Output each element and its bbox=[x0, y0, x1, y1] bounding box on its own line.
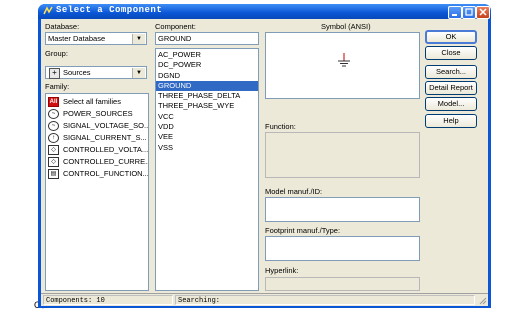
window-title: Select a Component bbox=[56, 5, 163, 15]
component-item[interactable]: THREE_PHASE_DELTA bbox=[156, 91, 258, 101]
function-field bbox=[265, 132, 420, 178]
all-icon: All bbox=[48, 97, 59, 107]
minimize-button[interactable] bbox=[448, 6, 462, 19]
model-button[interactable]: Model... bbox=[425, 97, 477, 111]
resize-grip-icon[interactable] bbox=[479, 297, 487, 305]
family-item-signal-voltage[interactable]: ~ SIGNAL_VOLTAGE_SO... bbox=[46, 120, 148, 132]
current-source-icon: ↑ bbox=[48, 133, 59, 143]
component-item[interactable]: VSS bbox=[156, 143, 258, 153]
family-item-power-sources[interactable]: ~ POWER_SOURCES bbox=[46, 108, 148, 120]
component-input-value: GROUND bbox=[158, 34, 192, 43]
help-button[interactable]: Help bbox=[425, 114, 477, 128]
controlled-voltage-icon: ◇ bbox=[48, 145, 59, 155]
group-value: Sources bbox=[63, 68, 91, 77]
family-item-label: POWER_SOURCES bbox=[63, 109, 133, 118]
component-item-selected[interactable]: GROUND bbox=[156, 80, 258, 92]
database-select[interactable]: Master Database ▼ bbox=[45, 32, 147, 45]
maximize-button[interactable] bbox=[462, 6, 476, 19]
status-bar: Components: 10 Searching: bbox=[41, 293, 488, 306]
family-item-label: CONTROLLED_VOLTA... bbox=[63, 145, 149, 154]
control-function-icon: ▤ bbox=[48, 169, 59, 179]
family-item-controlled-current[interactable]: ◇ CONTROLLED_CURRE... bbox=[46, 156, 148, 168]
family-list[interactable]: All Select all families ~ POWER_SOURCES … bbox=[45, 93, 149, 291]
controlled-current-icon: ◇ bbox=[48, 157, 59, 167]
group-label: Group: bbox=[45, 49, 68, 58]
app-icon bbox=[43, 6, 53, 15]
chevron-down-icon[interactable]: ▼ bbox=[132, 34, 145, 44]
hyperlink-label: Hyperlink: bbox=[265, 266, 299, 275]
footprint-manuf-field[interactable] bbox=[265, 236, 420, 261]
family-item-label: CONTROL_FUNCTION... bbox=[63, 169, 149, 178]
symbol-label: Symbol (ANSI) bbox=[321, 22, 371, 31]
detail-report-button[interactable]: Detail Report bbox=[425, 81, 477, 95]
component-search-input[interactable]: GROUND bbox=[155, 32, 259, 45]
ok-button[interactable]: OK bbox=[425, 30, 477, 44]
power-source-icon: ~ bbox=[48, 109, 59, 119]
model-manuf-field[interactable] bbox=[265, 197, 420, 222]
searching-status: Searching: bbox=[175, 295, 475, 305]
component-item[interactable]: DGND bbox=[156, 71, 258, 81]
dialog-client-area: Database: Master Database ▼ Group: + Sou… bbox=[41, 19, 488, 306]
family-label: Family: bbox=[45, 82, 70, 91]
sources-group-icon: + bbox=[49, 68, 60, 79]
close-window-button[interactable] bbox=[476, 6, 490, 19]
component-item[interactable]: DC_POWER bbox=[156, 60, 258, 70]
minimize-icon bbox=[452, 14, 457, 16]
family-item-select-all[interactable]: All Select all families bbox=[46, 96, 148, 108]
family-item-control-function[interactable]: ▤ CONTROL_FUNCTION... bbox=[46, 168, 148, 180]
hyperlink-field[interactable] bbox=[265, 277, 420, 291]
family-item-label: CONTROLLED_CURRE... bbox=[63, 157, 149, 166]
symbol-preview bbox=[265, 32, 420, 99]
component-list[interactable]: AC_POWER DC_POWER DGND GROUND THREE_PHAS… bbox=[155, 48, 259, 291]
close-button[interactable]: Close bbox=[425, 46, 477, 60]
title-bar[interactable]: Select a Component bbox=[38, 4, 491, 19]
database-label: Database: bbox=[45, 22, 80, 31]
database-value: Master Database bbox=[48, 34, 106, 43]
component-item[interactable]: VCC bbox=[156, 112, 258, 122]
component-label: Component: bbox=[155, 22, 196, 31]
family-item-signal-current[interactable]: ↑ SIGNAL_CURRENT_S... bbox=[46, 132, 148, 144]
family-item-label: SIGNAL_CURRENT_S... bbox=[63, 133, 147, 142]
family-item-label: Select all families bbox=[63, 97, 121, 106]
component-item[interactable]: AC_POWER bbox=[156, 50, 258, 60]
component-item[interactable]: VEE bbox=[156, 132, 258, 142]
select-component-dialog: Select a Component Database: Master Data… bbox=[38, 4, 491, 308]
voltage-source-icon: ~ bbox=[48, 121, 59, 131]
component-item[interactable]: THREE_PHASE_WYE bbox=[156, 101, 258, 111]
component-count-status: Components: 10 bbox=[43, 295, 173, 305]
component-item[interactable]: VDD bbox=[156, 122, 258, 132]
model-manuf-label: Model manuf./ID: bbox=[265, 187, 323, 196]
footprint-manuf-label: Footprint manuf./Type: bbox=[265, 226, 341, 235]
search-button[interactable]: Search... bbox=[425, 65, 477, 79]
function-label: Function: bbox=[265, 122, 296, 131]
family-item-label: SIGNAL_VOLTAGE_SO... bbox=[63, 121, 149, 130]
maximize-icon bbox=[465, 8, 473, 16]
family-item-controlled-voltage[interactable]: ◇ CONTROLLED_VOLTA... bbox=[46, 144, 148, 156]
ground-symbol-icon bbox=[338, 53, 350, 67]
close-icon bbox=[479, 8, 487, 16]
group-select[interactable]: + Sources ▼ bbox=[45, 66, 147, 79]
chevron-down-icon[interactable]: ▼ bbox=[132, 68, 145, 78]
